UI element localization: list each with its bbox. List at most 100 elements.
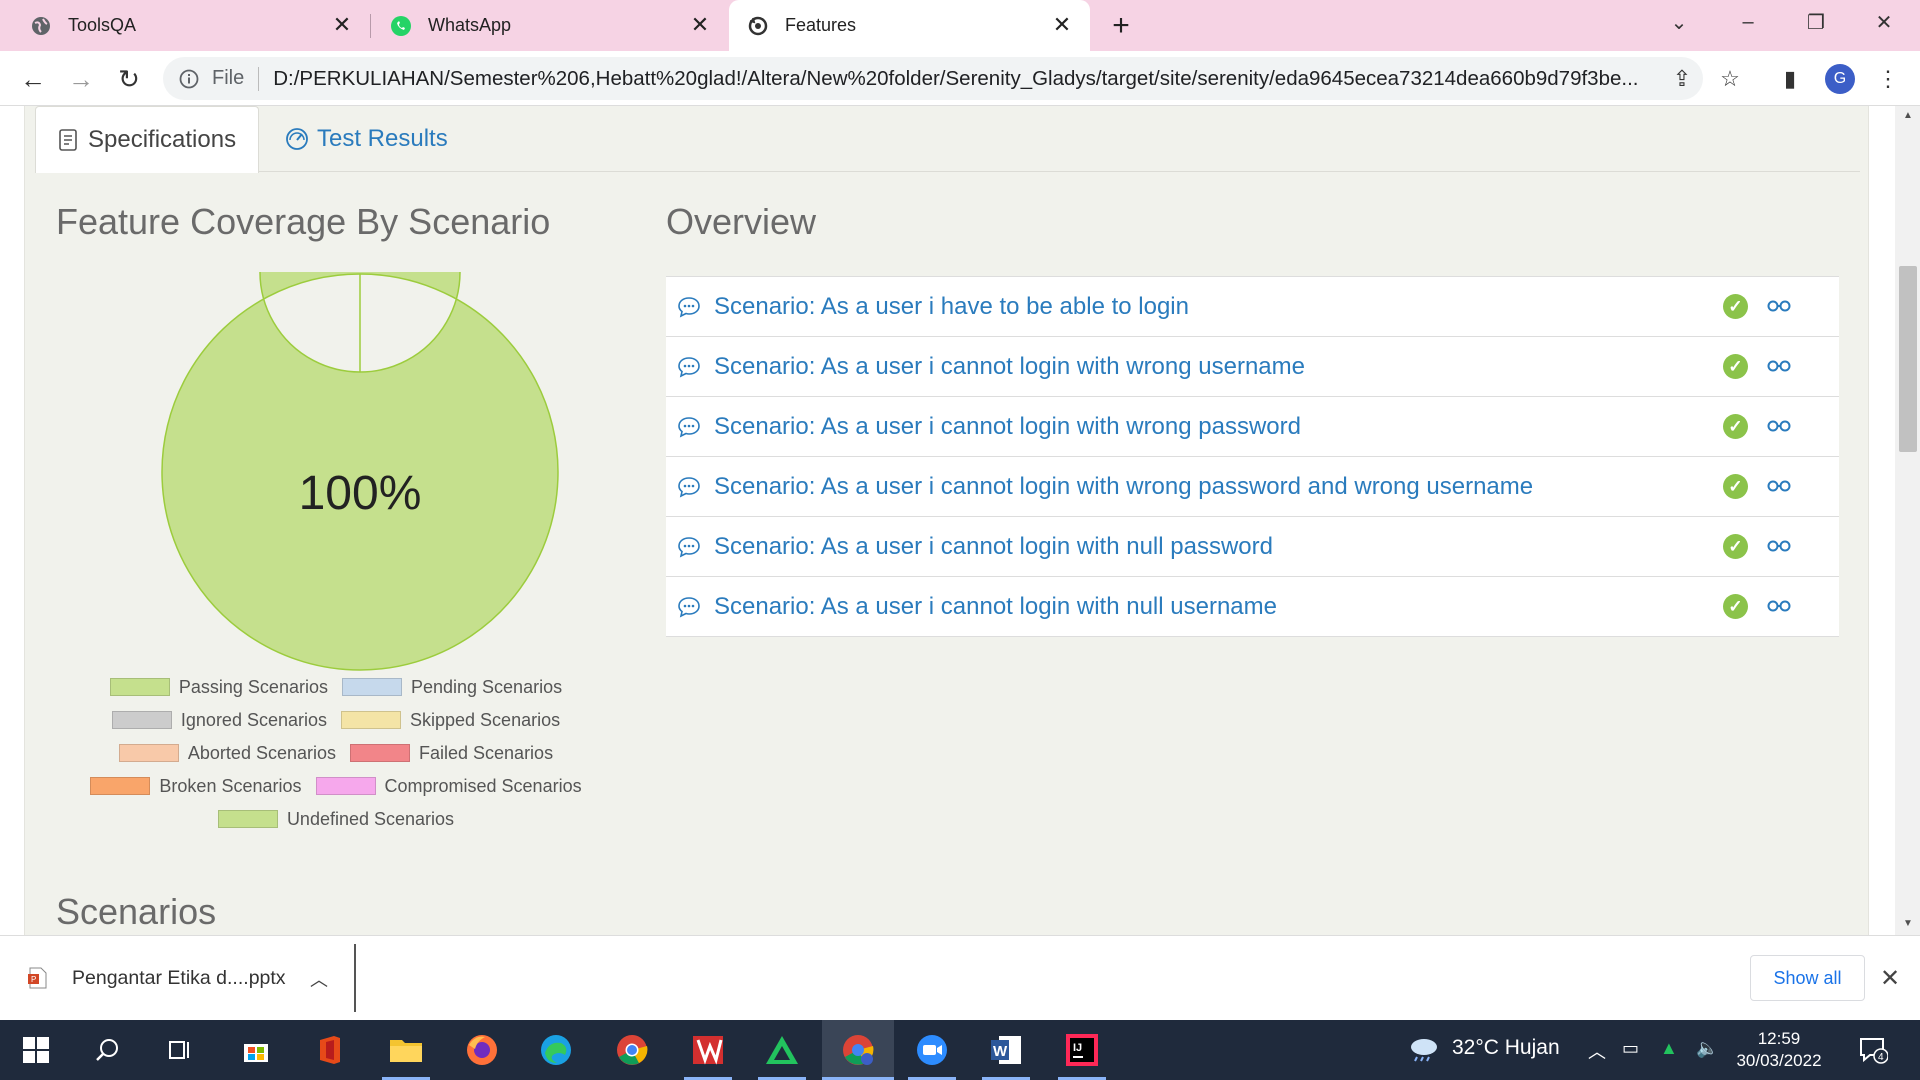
notification-center-icon[interactable]: 4 (1858, 1036, 1888, 1064)
globe-icon (32, 16, 50, 35)
address-bar[interactable]: File D:/PERKULIAHAN/Semester%206,Hebatt%… (163, 57, 1703, 100)
restore-button[interactable]: ❐ (1793, 6, 1839, 38)
legend-item[interactable]: Skipped Scenarios (341, 709, 560, 731)
scenario-link[interactable]: Scenario: As a user i cannot login with … (714, 473, 1533, 501)
donut-center-label: 100% (298, 467, 422, 520)
legend-swatch (217, 810, 278, 828)
word-icon[interactable]: W (986, 1030, 1026, 1070)
chevron-up-icon[interactable]: ︿ (310, 966, 328, 992)
reload-button[interactable]: ↻ (111, 61, 147, 97)
scroll-down-arrow[interactable]: ▼ (1899, 918, 1917, 934)
back-button[interactable]: ← (15, 61, 51, 97)
tab-title: Features (785, 15, 857, 35)
legend-label: Ignored Scenarios (180, 709, 327, 730)
comment-bubble-icon (678, 597, 700, 618)
side-panel-icon[interactable]: ▮ (1776, 65, 1804, 93)
legend-row: Broken Scenarios Compromised Scenarios (56, 775, 616, 797)
share-icon[interactable]: ⇪ (1668, 65, 1696, 93)
tray-android-icon[interactable]: ▲ (1660, 1038, 1678, 1059)
tab-whatsapp[interactable]: WhatsApp ✕ (372, 0, 728, 51)
intellij-icon[interactable]: IJ (1062, 1030, 1102, 1070)
tab-toolsqa[interactable]: ToolsQA ✕ (0, 0, 370, 51)
menu-kebab-icon[interactable]: ⋮ (1874, 65, 1902, 93)
manual-test-glasses-icon[interactable] (1766, 357, 1792, 375)
chrome-icon[interactable] (612, 1030, 652, 1070)
powerpoint-file-icon: P (28, 967, 47, 989)
scenario-link[interactable]: Scenario: As a user i have to be able to… (714, 293, 1189, 321)
url-text[interactable]: D:/PERKULIAHAN/Semester%206,Hebatt%20gla… (273, 67, 1663, 91)
tab-features[interactable]: Features ✕ (729, 0, 1090, 51)
overview-title: Overview (666, 201, 817, 242)
manual-test-glasses-icon[interactable] (1766, 297, 1792, 315)
system-clock[interactable]: 12:59 30/03/2022 (1734, 1028, 1824, 1072)
legend-item[interactable]: Ignored Scenarios (111, 709, 327, 731)
scenario-link[interactable]: Scenario: As a user i cannot login with … (714, 593, 1277, 621)
bookmark-star-icon[interactable]: ☆ (1716, 65, 1744, 93)
comment-bubble-icon (678, 537, 700, 558)
close-tab-icon[interactable]: ✕ (1050, 12, 1074, 37)
close-tab-icon[interactable]: ✕ (688, 12, 712, 37)
chrome-profile-icon[interactable] (838, 1030, 878, 1070)
overview-scenario-row: Scenario: As a user i cannot login with … (666, 577, 1839, 637)
legend-item[interactable]: Failed Scenarios (350, 742, 553, 764)
profile-avatar[interactable]: G (1825, 64, 1855, 94)
comment-bubble-icon (678, 477, 700, 498)
office-icon[interactable] (310, 1030, 350, 1070)
legend-item[interactable]: Aborted Scenarios (118, 742, 336, 764)
manual-test-glasses-icon[interactable] (1766, 417, 1792, 435)
tab-search-chevron-icon[interactable]: ⌄ (1656, 6, 1702, 38)
legend-swatch (90, 777, 151, 795)
chart-legend: Passing Scenarios Pending Scenarios Ignore… (56, 676, 616, 841)
tab-specifications-label: Specifications (88, 126, 237, 153)
microsoft-store-icon[interactable] (236, 1030, 276, 1070)
legend-item[interactable]: Undefined Scenarios (217, 808, 454, 830)
scenario-link[interactable]: Scenario: As a user i cannot login with … (714, 353, 1305, 381)
scroll-up-arrow[interactable]: ▲ (1899, 110, 1917, 126)
windows-start-icon[interactable] (16, 1030, 56, 1070)
close-window-button[interactable]: ✕ (1861, 6, 1907, 38)
legend-item[interactable]: Passing Scenarios (109, 676, 328, 698)
page-viewport: Specifications Test Results Feature Cove… (0, 106, 1920, 935)
android-studio-icon[interactable] (762, 1030, 802, 1070)
show-all-button[interactable]: Show all (1750, 955, 1865, 1001)
tab-title: ToolsQA (68, 15, 137, 35)
page-scrollbar[interactable] (1895, 106, 1920, 935)
passed-check-icon: ✓ (1723, 294, 1748, 319)
info-icon[interactable] (178, 68, 200, 90)
legend-swatch (315, 777, 376, 795)
firefox-icon[interactable] (462, 1030, 502, 1070)
edge-icon[interactable] (536, 1030, 576, 1070)
scenario-link[interactable]: Scenario: As a user i cannot login with … (714, 413, 1301, 441)
close-download-bar-icon[interactable]: ✕ (1880, 964, 1900, 993)
tray-overflow-chevron-icon[interactable]: ︿ (1588, 1038, 1606, 1064)
legend-item[interactable]: Broken Scenarios (90, 775, 302, 797)
download-divider (354, 944, 356, 1012)
legend-label: Broken Scenarios (159, 775, 302, 796)
legend-item[interactable]: Pending Scenarios (341, 676, 562, 698)
scroll-thumb[interactable] (1899, 266, 1917, 452)
document-list-icon (59, 129, 77, 151)
volume-icon[interactable]: 🔈 (1696, 1038, 1718, 1059)
comment-bubble-icon (678, 297, 700, 318)
file-explorer-icon[interactable] (386, 1030, 426, 1070)
manual-test-glasses-icon[interactable] (1766, 597, 1792, 615)
manual-test-glasses-icon[interactable] (1766, 477, 1792, 495)
weather-widget[interactable]: 32°C Hujan (1408, 1034, 1560, 1062)
manual-test-glasses-icon[interactable] (1766, 537, 1792, 555)
notification-count: 4 (1878, 1052, 1884, 1063)
tab-specifications[interactable]: Specifications (35, 106, 259, 173)
legend-item[interactable]: Compromised Scenarios (315, 775, 582, 797)
task-view-icon[interactable] (160, 1030, 200, 1070)
download-item[interactable]: P Pengantar Etika d....pptx (28, 956, 286, 1000)
tab-test-results[interactable]: Test Results (285, 106, 448, 172)
minimize-button[interactable]: – (1725, 6, 1771, 38)
scenario-link[interactable]: Scenario: As a user i cannot login with … (714, 533, 1273, 561)
new-tab-button[interactable]: + (1105, 9, 1137, 42)
close-tab-icon[interactable]: ✕ (330, 12, 354, 37)
forward-button[interactable]: → (63, 61, 99, 97)
battery-icon[interactable]: ▭ (1622, 1038, 1639, 1059)
vivaldi-icon[interactable] (688, 1030, 728, 1070)
zoom-icon[interactable] (912, 1030, 952, 1070)
legend-label: Compromised Scenarios (384, 775, 582, 796)
search-icon[interactable] (88, 1030, 128, 1070)
